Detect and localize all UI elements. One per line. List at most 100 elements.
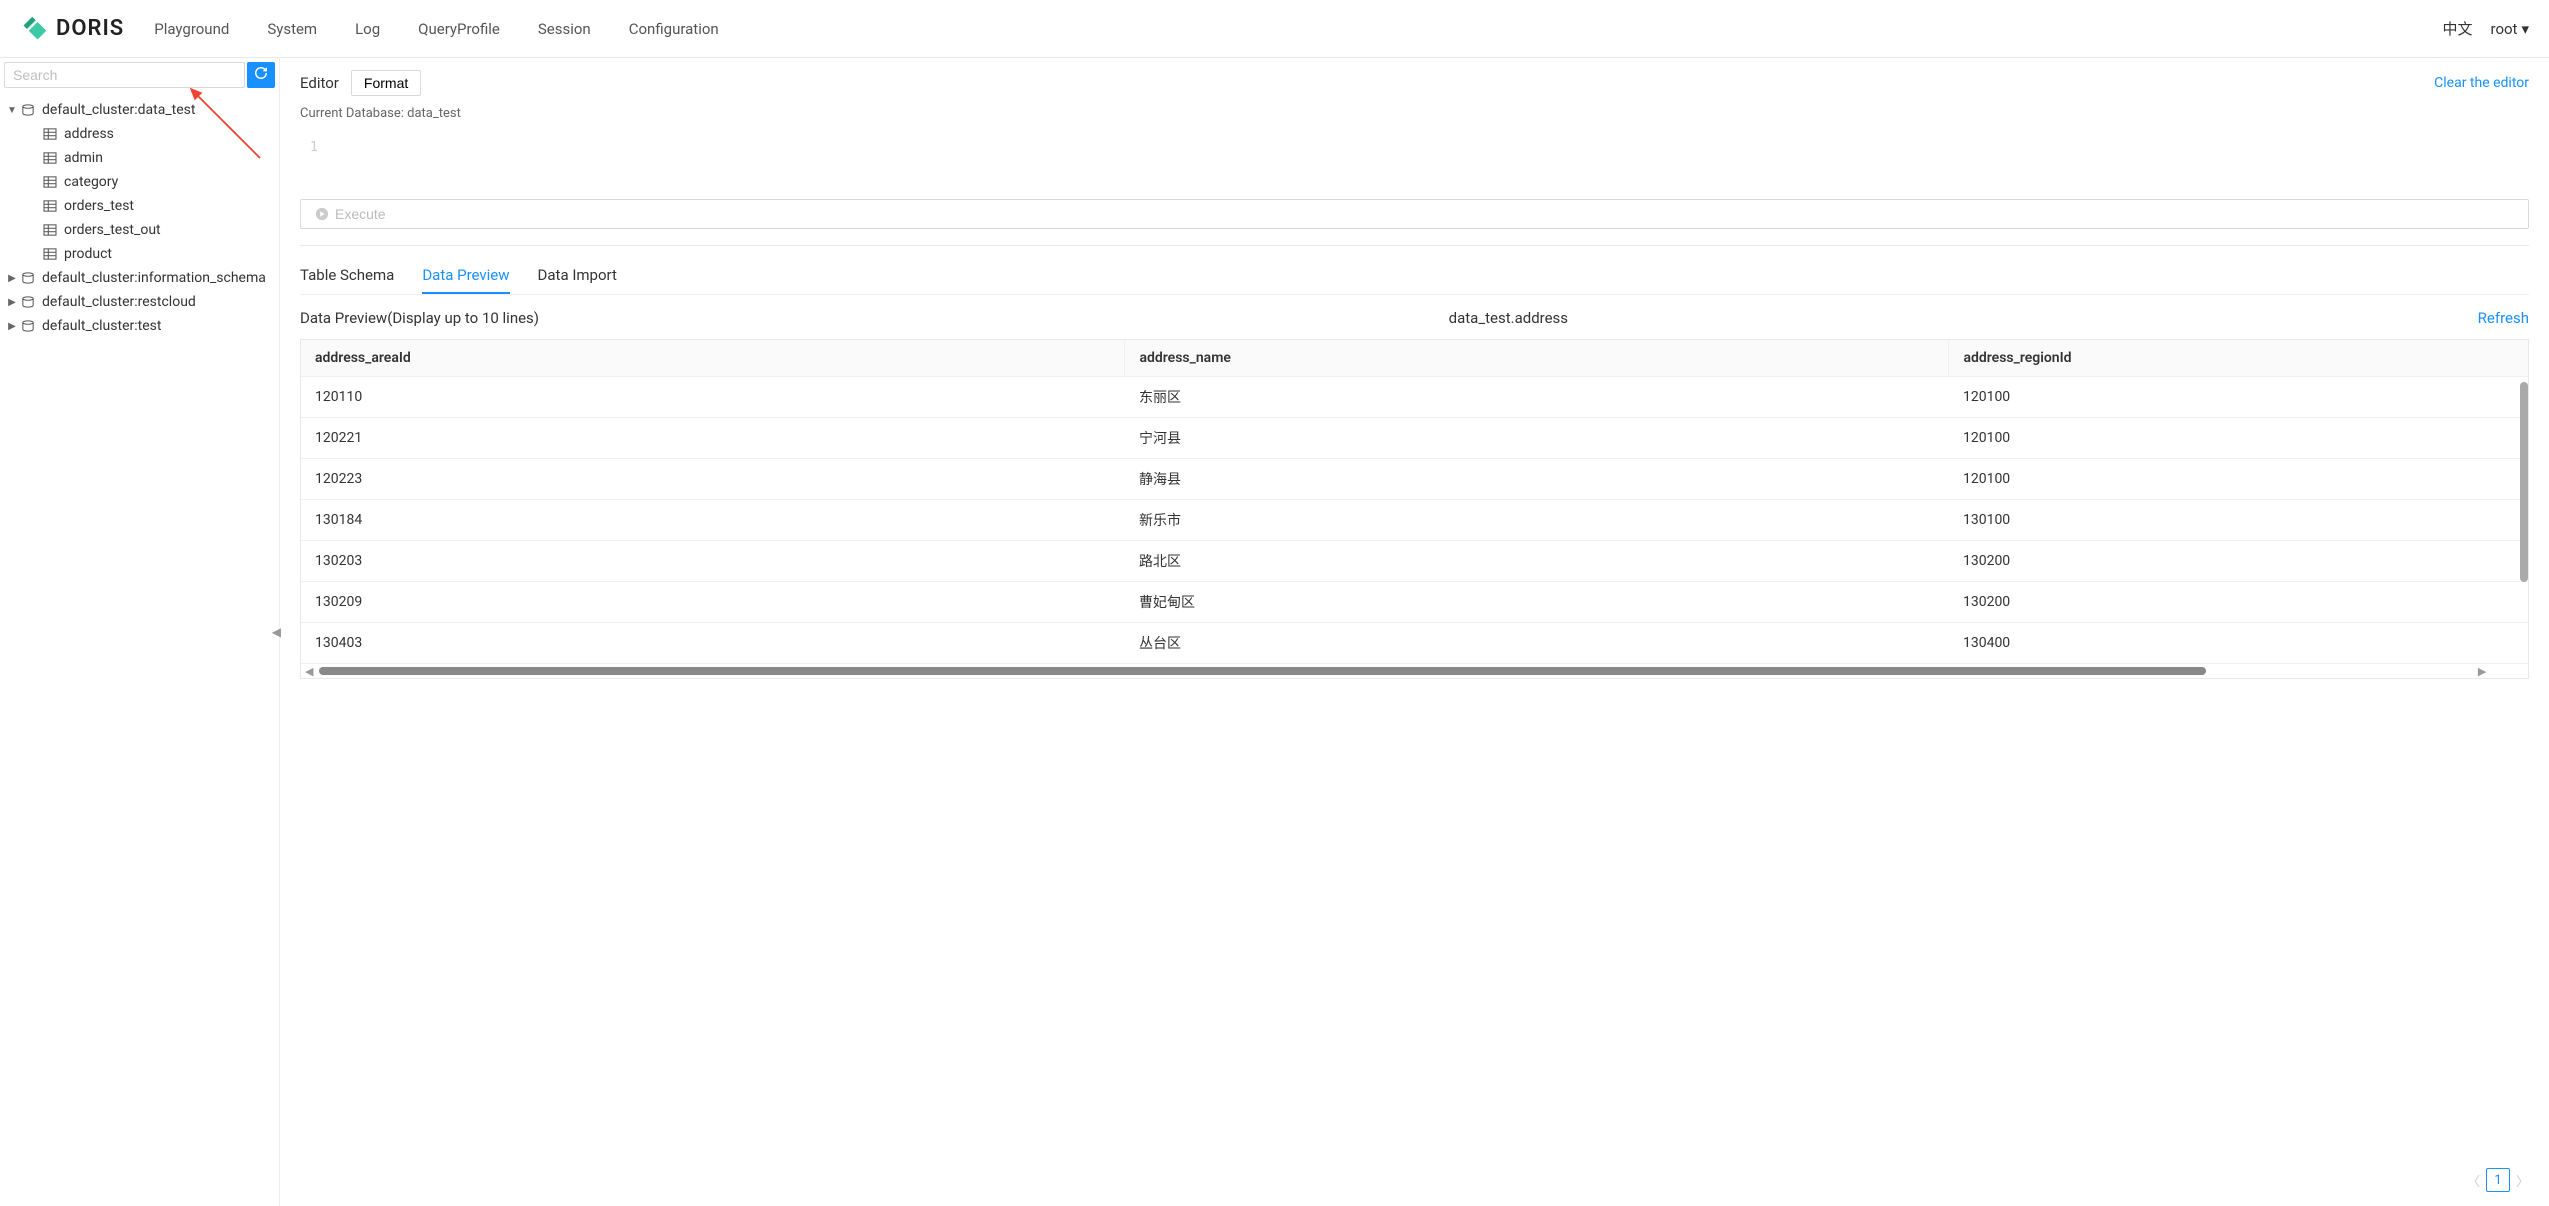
table-cell: 130200 xyxy=(1949,541,2528,582)
logo: DORIS xyxy=(20,15,124,43)
divider xyxy=(300,245,2529,246)
vertical-scrollbar[interactable] xyxy=(2520,382,2528,582)
col-address-name: address_name xyxy=(1125,340,1949,377)
db-label: default_cluster:restcloud xyxy=(42,294,196,310)
execute-button[interactable]: Execute xyxy=(300,199,2529,229)
table-icon xyxy=(42,199,58,213)
table-row: 130209曹妃甸区130200 xyxy=(301,582,2528,623)
table-row: 120110东丽区120100 xyxy=(301,377,2528,418)
table-row: 120223静海县120100 xyxy=(301,459,2528,500)
table-node-admin[interactable]: admin xyxy=(42,146,275,170)
preview-table-ref: data_test.address xyxy=(1449,309,1568,327)
nav-system[interactable]: System xyxy=(267,20,317,38)
database-icon xyxy=(20,319,36,333)
nav-session[interactable]: Session xyxy=(538,20,591,38)
table-cell: 丛台区 xyxy=(1125,623,1949,664)
data-preview-table: address_areaId address_name address_regi… xyxy=(300,339,2529,679)
refresh-preview-link[interactable]: Refresh xyxy=(2478,309,2529,327)
scroll-left-icon: ◀ xyxy=(305,665,313,678)
table-label: orders_test xyxy=(64,198,134,214)
tab-data-preview[interactable]: Data Preview xyxy=(422,258,509,294)
caret-right-icon: ▶ xyxy=(4,273,20,284)
table-cell: 东丽区 xyxy=(1125,377,1949,418)
logo-text: DORIS xyxy=(56,16,124,41)
doris-logo-icon xyxy=(20,15,48,43)
caret-right-icon: ▶ xyxy=(4,297,20,308)
table-label: orders_test_out xyxy=(64,222,161,238)
lang-switch[interactable]: 中文 xyxy=(2443,18,2473,39)
table-cell: 120100 xyxy=(1949,418,2528,459)
nav-log[interactable]: Log xyxy=(355,20,380,38)
user-dropdown[interactable]: root ▾ xyxy=(2491,20,2529,38)
db-label: default_cluster:test xyxy=(42,318,161,334)
play-icon xyxy=(315,207,329,221)
table-icon xyxy=(42,175,58,189)
clear-editor-link[interactable]: Clear the editor xyxy=(2434,75,2529,91)
table-label: product xyxy=(64,246,112,262)
table-icon xyxy=(42,151,58,165)
table-label: category xyxy=(64,174,118,190)
scrollbar-thumb[interactable] xyxy=(319,667,2205,675)
database-icon xyxy=(20,271,36,285)
database-icon xyxy=(20,295,36,309)
format-button[interactable]: Format xyxy=(351,70,421,96)
table-cell: 120100 xyxy=(1949,377,2528,418)
app-header: DORIS Playground System Log QueryProfile… xyxy=(0,0,2549,58)
sidebar: ▼ default_cluster:data_test address admi… xyxy=(0,58,280,1206)
header-right: 中文 root ▾ xyxy=(2443,18,2530,39)
scroll-right-icon: ▶ xyxy=(2478,665,2486,678)
table-node-orders-test-out[interactable]: orders_test_out xyxy=(42,218,275,242)
table-icon xyxy=(42,247,58,261)
nav-queryprofile[interactable]: QueryProfile xyxy=(418,20,500,38)
table-cell: 130209 xyxy=(301,582,1125,623)
user-name: root xyxy=(2491,20,2518,38)
table-node-address[interactable]: address xyxy=(42,122,275,146)
table-row: 120221宁河县120100 xyxy=(301,418,2528,459)
editor-label: Editor xyxy=(300,74,339,92)
table-label: admin xyxy=(64,150,103,166)
search-input[interactable] xyxy=(4,62,245,88)
page-number[interactable]: 1 xyxy=(2486,1168,2510,1192)
table-cell: 新乐市 xyxy=(1125,500,1949,541)
tab-table-schema[interactable]: Table Schema xyxy=(300,258,394,294)
table-cell: 130400 xyxy=(1949,623,2528,664)
table-node-category[interactable]: category xyxy=(42,170,275,194)
table-cell: 宁河县 xyxy=(1125,418,1949,459)
execute-label: Execute xyxy=(335,206,386,222)
nav-playground[interactable]: Playground xyxy=(154,20,229,38)
table-cell: 130403 xyxy=(301,623,1125,664)
db-node-information-schema[interactable]: ▶ default_cluster:information_schema xyxy=(4,266,275,290)
db-node-test[interactable]: ▶ default_cluster:test xyxy=(4,314,275,338)
horizontal-scrollbar[interactable]: ◀ ▶ xyxy=(301,664,2528,678)
table-cell: 130200 xyxy=(1949,582,2528,623)
nav-configuration[interactable]: Configuration xyxy=(629,20,719,38)
db-node-restcloud[interactable]: ▶ default_cluster:restcloud xyxy=(4,290,275,314)
table-icon xyxy=(42,223,58,237)
db-label: default_cluster:data_test xyxy=(42,102,195,118)
table-cell: 120110 xyxy=(301,377,1125,418)
table-cell: 130203 xyxy=(301,541,1125,582)
result-tabs: Table Schema Data Preview Data Import xyxy=(300,258,2529,295)
page-prev-icon[interactable]: 〈 xyxy=(2467,1171,2480,1190)
db-tree: ▼ default_cluster:data_test address admi… xyxy=(0,92,279,344)
top-nav: Playground System Log QueryProfile Sessi… xyxy=(154,20,718,38)
table-cell: 路北区 xyxy=(1125,541,1949,582)
table-row: 130184新乐市130100 xyxy=(301,500,2528,541)
table-icon xyxy=(42,127,58,141)
table-row: 130403丛台区130400 xyxy=(301,623,2528,664)
pagination: 〈 1 〉 xyxy=(2467,1168,2529,1192)
page-next-icon[interactable]: 〉 xyxy=(2516,1171,2529,1190)
tab-data-import[interactable]: Data Import xyxy=(538,258,617,294)
db-node-data-test[interactable]: ▼ default_cluster:data_test xyxy=(4,98,275,122)
current-database: Current Database: data_test xyxy=(300,106,2529,121)
table-node-orders-test[interactable]: orders_test xyxy=(42,194,275,218)
table-cell: 120100 xyxy=(1949,459,2528,500)
table-node-product[interactable]: product xyxy=(42,242,275,266)
sql-editor[interactable]: 1 xyxy=(300,139,2529,169)
col-address-regionid: address_regionId xyxy=(1949,340,2528,377)
col-address-areaid: address_areaId xyxy=(301,340,1125,377)
refresh-tree-button[interactable] xyxy=(247,62,275,88)
caret-down-icon: ▼ xyxy=(4,105,20,116)
line-number: 1 xyxy=(300,140,318,155)
caret-right-icon: ▶ xyxy=(4,321,20,332)
